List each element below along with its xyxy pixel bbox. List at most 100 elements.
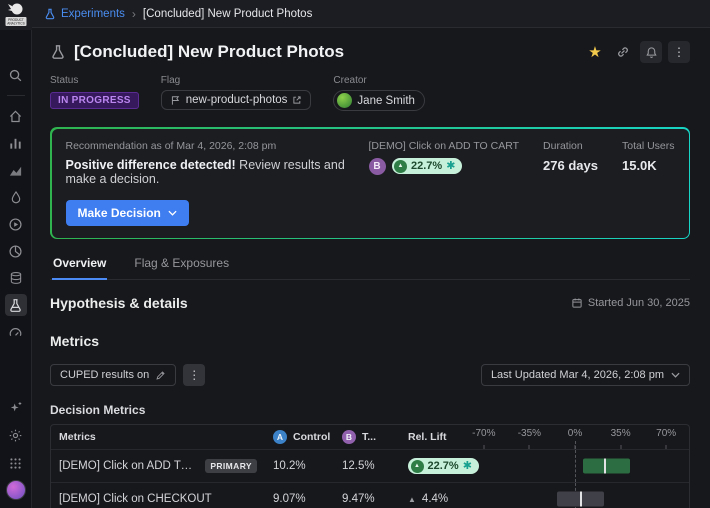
database-icon[interactable]	[5, 267, 27, 289]
tab-flag-exposures[interactable]: Flag & Exposures	[133, 252, 230, 279]
decision-metrics-heading: Decision Metrics	[50, 403, 690, 417]
test-value: 12.5%	[334, 460, 400, 472]
total-users-label: Total Users	[622, 140, 675, 152]
arrow-up-icon: ▲	[394, 160, 407, 173]
winner-lift-value: 22.7%	[411, 160, 442, 172]
make-decision-button[interactable]: Make Decision	[66, 200, 189, 226]
gauge-icon[interactable]	[5, 321, 27, 343]
gear-icon[interactable]	[5, 424, 27, 446]
variant-b-badge: B	[369, 158, 386, 175]
bar-chart-icon[interactable]	[5, 132, 27, 154]
pencil-icon	[155, 370, 166, 381]
play-icon[interactable]	[5, 213, 27, 235]
area-chart-icon[interactable]	[5, 159, 27, 181]
recommendation-timestamp: Recommendation as of Mar 4, 2026, 2:08 p…	[66, 140, 359, 152]
test-header-label: T...	[362, 431, 376, 443]
started-date: Started Jun 30, 2025	[571, 297, 690, 309]
creator-group: Creator Jane Smith	[333, 75, 425, 113]
favorite-star-icon[interactable]: ★	[584, 41, 606, 63]
user-avatar[interactable]	[6, 480, 26, 500]
col-header-metrics: Metrics	[51, 431, 265, 443]
cuped-label: CUPED results on	[60, 369, 149, 381]
breadcrumb-experiments[interactable]: Experiments	[44, 8, 125, 20]
creator-avatar	[337, 93, 352, 108]
sidebar-divider	[7, 95, 25, 96]
flask-icon	[44, 8, 56, 20]
axis-tick-label: -35%	[518, 428, 541, 439]
make-decision-label: Make Decision	[78, 206, 161, 220]
flag-label: Flag	[161, 75, 312, 86]
variant-b-badge: B	[342, 430, 356, 444]
col-header-test: B T...	[334, 430, 400, 444]
winner-metric-group: [DEMO] Click on ADD TO CART B ▲ 22.7% ✱	[369, 140, 520, 175]
confidence-interval-bar	[557, 492, 603, 507]
point-estimate-marker	[604, 459, 606, 474]
more-options-kebab-icon[interactable]: ⋮	[668, 41, 690, 63]
home-icon[interactable]	[5, 105, 27, 127]
winner-metric-name: [DEMO] Click on ADD TO CART	[369, 140, 520, 152]
rel-lift-value: 22.7%	[428, 460, 459, 472]
main-content: [Concluded] New Product Photos ★ ⋮ Statu…	[32, 28, 710, 508]
external-link-icon	[292, 95, 302, 105]
arrow-up-icon: ▲	[408, 495, 416, 504]
feature-flag-name: new-product-photos	[186, 94, 288, 106]
creator-pill[interactable]: Jane Smith	[333, 90, 425, 111]
rel-lift-value: 4.4%	[422, 493, 448, 505]
recommendation-banner: Recommendation as of Mar 4, 2026, 2:08 p…	[50, 127, 690, 239]
metrics-kebab-icon[interactable]: ⋮	[183, 364, 205, 386]
table-row[interactable]: [DEMO] Click on CHECKOUT 9.07% 9.47% ▲ 4…	[51, 482, 689, 508]
status-group: Status IN PROGRESS	[50, 75, 139, 113]
tab-overview[interactable]: Overview	[52, 252, 107, 280]
breadcrumb-separator: ›	[132, 7, 136, 21]
flag-group: Flag new-product-photos	[161, 75, 312, 113]
last-updated-dropdown[interactable]: Last Updated Mar 4, 2026, 2:08 pm	[481, 364, 690, 386]
duration-group: Duration 276 days	[543, 140, 598, 173]
flag-icon	[170, 95, 181, 106]
cuped-toggle-button[interactable]: CUPED results on	[50, 364, 176, 386]
axis-tick-label: 70%	[656, 428, 676, 439]
hypothesis-heading: Hypothesis & details	[50, 295, 188, 311]
topbar: Experiments › [Concluded] New Product Ph…	[32, 0, 710, 28]
col-header-rel-lift: Rel. Lift	[400, 431, 461, 443]
calendar-icon	[571, 297, 583, 309]
feature-flag-pill[interactable]: new-product-photos	[161, 90, 312, 110]
status-badge: IN PROGRESS	[50, 92, 139, 109]
breadcrumb-current: [Concluded] New Product Photos	[143, 8, 312, 20]
droplet-icon[interactable]	[5, 186, 27, 208]
lift-axis-header: -70% -35% 0% 35% 70%	[461, 425, 689, 449]
confidence-interval-chart	[461, 450, 689, 482]
confetti-icon: ✱	[446, 161, 455, 172]
share-link-icon[interactable]	[612, 41, 634, 63]
apps-grid-icon[interactable]	[5, 452, 27, 474]
col-header-control: A Control	[265, 430, 334, 444]
control-value: 10.2%	[265, 460, 334, 472]
app-logo[interactable]: PRODUCT ANALYTICS	[0, 0, 32, 30]
breadcrumb-root-label: Experiments	[61, 8, 125, 20]
sidebar: PRODUCT ANALYTICS	[0, 0, 32, 508]
total-users-group: Total Users 15.0K	[622, 140, 675, 173]
sparkle-icon[interactable]	[5, 396, 27, 418]
creator-label: Creator	[333, 75, 425, 86]
page-title: [Concluded] New Product Photos	[74, 42, 344, 62]
last-updated-label: Last Updated Mar 4, 2026, 2:08 pm	[491, 369, 664, 381]
duration-label: Duration	[543, 140, 598, 152]
search-icon[interactable]	[5, 64, 27, 86]
table-row[interactable]: [DEMO] Click on ADD TO CART PRIMARY 10.2…	[51, 449, 689, 482]
chevron-down-icon	[671, 372, 680, 378]
metrics-heading: Metrics	[50, 333, 690, 349]
confidence-interval-chart	[461, 483, 689, 508]
pie-chart-icon[interactable]	[5, 240, 27, 262]
primary-badge: PRIMARY	[205, 459, 257, 473]
flask-icon[interactable]	[5, 294, 27, 316]
decision-metrics-table: Metrics A Control B T... Rel. Lift -70% …	[50, 424, 690, 508]
axis-tick-label: -70%	[472, 428, 495, 439]
duration-value: 276 days	[543, 158, 598, 173]
notification-bell-icon[interactable]	[640, 41, 662, 63]
control-value: 9.07%	[265, 493, 334, 505]
confidence-interval-bar	[583, 459, 630, 474]
axis-tick-label: 35%	[611, 428, 631, 439]
metric-name: [DEMO] Click on CHECKOUT	[59, 493, 212, 505]
svg-text:ANALYTICS: ANALYTICS	[7, 22, 24, 26]
started-date-label: Started Jun 30, 2025	[588, 297, 690, 309]
variant-a-badge: A	[273, 430, 287, 444]
